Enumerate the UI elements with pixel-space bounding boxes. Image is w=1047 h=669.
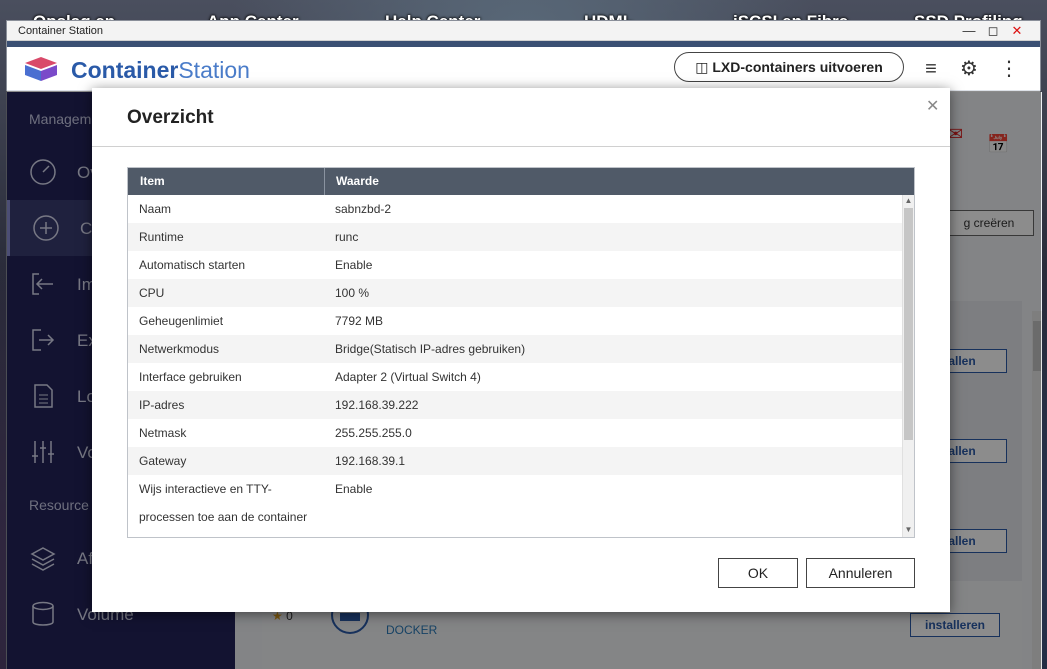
- row-item: Wijs interactieve en TTY-: [139, 482, 272, 496]
- close-window-icon[interactable]: ✕: [1009, 23, 1025, 39]
- stack-icon[interactable]: ≡: [919, 57, 943, 81]
- row-value: 255.255.255.0: [335, 426, 412, 440]
- row-item: Gateway: [139, 454, 187, 468]
- table-row: Runtime runc: [128, 223, 902, 251]
- row-value: Enable: [335, 258, 373, 272]
- minimize-icon[interactable]: —: [961, 23, 977, 39]
- row-value: Enable: [335, 482, 373, 496]
- table-row: Netmask 255.255.255.0: [128, 419, 902, 447]
- row-item: processen toe aan de container: [139, 510, 308, 524]
- row-value: 192.168.39.222: [335, 398, 419, 412]
- row-item: Geheugenlimiet: [139, 314, 224, 328]
- table-row: processen toe aan de container: [128, 503, 902, 531]
- overview-dialog: Overzicht ✕ Item Waarde Naam sabnzbd-2 Ru…: [92, 88, 950, 612]
- row-value: sabnzbd-2: [335, 202, 392, 216]
- dialog-divider: [92, 146, 950, 147]
- row-item: Netmask: [139, 426, 187, 440]
- table-row: Interface gebruiken Adapter 2 (Virtual Sw…: [128, 363, 902, 391]
- row-value: Adapter 2 (Virtual Switch 4): [335, 370, 481, 384]
- row-value: Bridge(Statisch IP-adres gebruiken): [335, 342, 526, 356]
- overview-table: Item Waarde Naam sabnzbd-2 Runtime runc Au…: [127, 167, 915, 538]
- row-item: Naam: [139, 202, 172, 216]
- lxd-containers-button[interactable]: ◫ LXD-containers uitvoeren: [674, 52, 904, 82]
- ok-button[interactable]: OK: [718, 558, 798, 588]
- close-icon[interactable]: ✕: [926, 96, 939, 116]
- row-item: IP-adres: [139, 398, 185, 412]
- row-item: CPU: [139, 286, 165, 300]
- table-row: Geheugenlimiet 7792 MB: [128, 307, 902, 335]
- table-row: Automatisch starten Enable: [128, 251, 902, 279]
- gear-icon[interactable]: ⚙: [957, 57, 981, 81]
- window-title: Container Station: [18, 25, 103, 37]
- lxd-icon: ◫: [695, 59, 709, 75]
- column-header-item[interactable]: Item: [128, 168, 165, 195]
- table-row: Wijs interactieve en TTY- Enable: [128, 475, 902, 503]
- scroll-up-icon[interactable]: ▲: [904, 196, 913, 205]
- scroll-down-icon[interactable]: ▼: [904, 525, 913, 534]
- row-value: 192.168.39.1: [335, 454, 406, 468]
- table-row: Netwerkmodus Bridge(Statisch IP-adres geb…: [128, 335, 902, 363]
- window-titlebar[interactable]: Container Station — ◻ ✕: [7, 21, 1040, 41]
- row-item: Runtime: [139, 230, 184, 244]
- row-value: runc: [335, 230, 359, 244]
- dialog-title: Overzicht: [127, 107, 214, 128]
- row-item: Netwerkmodus: [139, 342, 220, 356]
- container-station-logo-icon: [25, 57, 57, 81]
- row-item: Interface gebruiken: [139, 370, 242, 384]
- cancel-button[interactable]: Annuleren: [806, 558, 915, 588]
- table-row: Gateway 192.168.39.1: [128, 447, 902, 475]
- app-name: ContainerStation: [71, 57, 250, 83]
- maximize-icon[interactable]: ◻: [985, 23, 1001, 39]
- table-scroll-thumb[interactable]: [904, 208, 913, 440]
- row-value: 7792 MB: [335, 314, 384, 328]
- table-row: IP-adres 192.168.39.222: [128, 391, 902, 419]
- column-header-value[interactable]: Waarde: [324, 168, 379, 195]
- table-body: Naam sabnzbd-2 Runtime runc Automatisch st…: [128, 195, 902, 537]
- row-item: Automatisch starten: [139, 258, 246, 272]
- table-row: Naam sabnzbd-2: [128, 195, 902, 223]
- table-header: Item Waarde: [128, 168, 914, 195]
- row-value: 100 %: [335, 286, 370, 300]
- table-row: CPU 100 %: [128, 279, 902, 307]
- more-options-icon[interactable]: ⋮: [997, 57, 1021, 81]
- app-header: ContainerStation ◫ LXD-containers uitvoe…: [7, 47, 1040, 91]
